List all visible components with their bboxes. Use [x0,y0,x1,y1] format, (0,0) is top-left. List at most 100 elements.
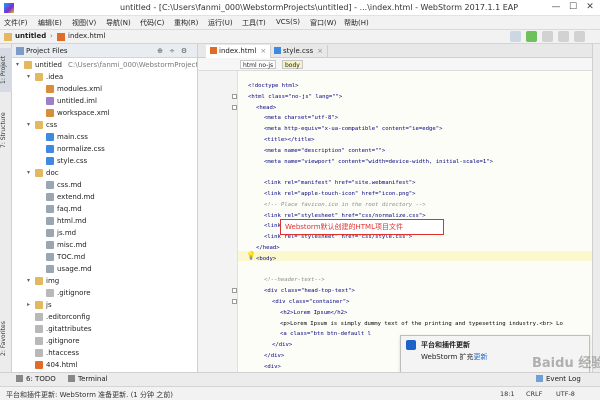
tree-file[interactable]: faq.md [12,203,197,215]
code-line[interactable]: <!--header-text--> [264,275,325,285]
tree-file[interactable]: misc.md [12,239,197,251]
maximize-button[interactable]: ☐ [565,1,581,14]
code-line[interactable]: <!-- Place favicon.ico in the root direc… [264,200,426,210]
status-message[interactable]: 平台和插件更新: WebStorm 准备更新. (1 分钟 之前) [6,390,173,400]
tree-file[interactable]: html.md [12,215,197,227]
stop-icon[interactable] [558,31,569,42]
run-icon[interactable] [526,31,537,42]
tab-style-css[interactable]: style.css × [270,45,329,58]
code-line[interactable]: <head> [256,103,276,113]
code-line[interactable]: </div> [264,351,284,361]
menu-run[interactable]: 运行(U) [208,18,233,28]
chevron-down-icon[interactable]: ▾ [16,59,22,71]
close-tab-icon[interactable]: × [260,47,266,55]
tab-favorites[interactable]: 2: Favorites [0,314,12,364]
menu-file[interactable]: 文件(F) [4,18,28,28]
fold-marker-icon[interactable] [232,288,237,294]
code-line[interactable]: <a class="btn btn-default l [280,329,371,339]
code-line[interactable]: <html class="no-js" lang=""> [248,92,342,102]
tree-file[interactable]: workspace.xml [12,107,197,119]
code-line[interactable]: <link rel="apple-touch-icon" href="icon.… [264,189,416,199]
code-line[interactable]: <meta name="viewport" content="width=dev… [264,157,493,167]
debug-icon[interactable] [542,31,553,42]
code-line[interactable]: <h2>Lorem Ipsum</h2> [280,308,347,318]
code-line[interactable]: <div> [264,362,281,372]
collapse-icon[interactable]: ⊕ [156,47,164,55]
tree-file[interactable]: modules.xml [12,83,197,95]
tree-file[interactable]: untitled.iml [12,95,197,107]
search-icon[interactable] [574,31,585,42]
chevron-down-icon[interactable]: ▾ [27,71,33,83]
chevron-right-icon[interactable]: ▸ [27,299,33,311]
tree-file[interactable]: .htaccess [12,347,197,359]
todo-button[interactable]: 6: TODO [16,375,56,383]
minimize-button[interactable]: — [548,1,564,14]
tree-file[interactable]: usage.md [12,263,197,275]
code-line[interactable]: </head> [256,243,280,253]
tab-structure[interactable]: 7: Structure [0,106,12,154]
chevron-down-icon[interactable]: ▾ [27,167,33,179]
tree-folder[interactable]: ▾ doc [12,167,197,179]
tree-folder[interactable]: ▸ js [12,299,197,311]
tag-crumb-html[interactable]: html no-js [240,60,277,69]
menu-view[interactable]: 视图(V) [72,18,96,28]
menu-edit[interactable]: 编辑(E) [38,18,62,28]
menu-help[interactable]: 帮助(H) [344,18,369,28]
event-log-button[interactable]: Event Log [536,375,581,383]
menu-tools[interactable]: 工具(T) [242,18,266,28]
fold-marker-icon[interactable] [232,93,237,99]
tree-folder[interactable]: ▾ img [12,275,197,287]
close-button[interactable]: ✕ [582,1,598,14]
tree-file[interactable]: js.md [12,227,197,239]
close-tab-icon[interactable]: × [317,47,323,55]
code-line[interactable]: <meta name="description" content=""> [264,146,385,156]
fold-marker-icon[interactable] [232,299,237,304]
tree-folder[interactable]: ▾ untitled C:\Users\fanmi_000\WebstormProj… [12,59,197,71]
tree-file[interactable]: 404.html [12,359,197,371]
tree-file[interactable]: css.md [12,179,197,191]
code-line[interactable]: <link rel="manifest" href="site.webmanif… [264,178,416,188]
tree-folder[interactable]: ▾ .idea [12,71,197,83]
line-separator[interactable]: CRLF [526,390,542,398]
menu-vcs[interactable]: VCS(S) [276,18,300,26]
tab-index-html[interactable]: index.html × [206,45,272,58]
code-line[interactable]: <meta http-equiv="x-ua-compatible" conte… [264,124,443,134]
code-line[interactable]: <meta charset="utf-8"> [264,113,338,123]
fold-marker-icon[interactable] [232,104,237,110]
tree-file[interactable]: main.css [12,131,197,143]
gear-icon[interactable]: ⚙ [180,47,188,55]
tab-project[interactable]: 1: Project [0,48,12,92]
code-line[interactable]: <div class="head-top-text"> [264,286,355,296]
breadcrumb-project[interactable]: untitled [15,32,46,40]
chevron-down-icon[interactable]: ▾ [27,275,33,287]
code-line[interactable]: </div> [272,340,292,350]
menu-window[interactable]: 窗口(W) [310,18,336,28]
breadcrumb-file[interactable]: index.html [68,32,105,40]
code-line[interactable]: <p>Lorem Ipsum is simply dummy text of t… [280,319,563,329]
code-line[interactable]: <div class="container"> [272,297,349,307]
tree-file[interactable]: TOC.md [12,251,197,263]
run-config-icon[interactable] [510,31,521,42]
terminal-button[interactable]: Terminal [68,375,108,383]
code-line[interactable]: <title></title> [264,135,315,145]
menu-navigate[interactable]: 导航(N) [106,18,131,28]
notification-update-link[interactable]: 更新 [474,353,488,361]
tree-file[interactable]: extend.md [12,191,197,203]
tree-file[interactable]: style.css [12,155,197,167]
lightbulb-icon[interactable]: 💡 [246,251,256,261]
caret-position[interactable]: 18:1 [500,390,515,398]
tree-file[interactable]: .gitignore [12,335,197,347]
menu-refactor[interactable]: 重构(R) [174,18,198,28]
menu-code[interactable]: 代码(C) [140,18,164,28]
tree-file[interactable]: .gitignore [12,287,197,299]
tree-file[interactable]: .editorconfig [12,311,197,323]
tag-crumb-body[interactable]: body [282,60,303,69]
code-line[interactable]: <!doctype html> [248,81,299,91]
tree-folder[interactable]: ▾ css [12,119,197,131]
tree-file[interactable]: normalize.css [12,143,197,155]
file-encoding[interactable]: UTF-8 [556,390,575,398]
tree-file[interactable]: .gitattributes [12,323,197,335]
code-line[interactable]: <body> [256,254,276,264]
project-panel-title[interactable]: Project Files [26,47,68,55]
locate-icon[interactable]: ÷ [168,47,176,55]
